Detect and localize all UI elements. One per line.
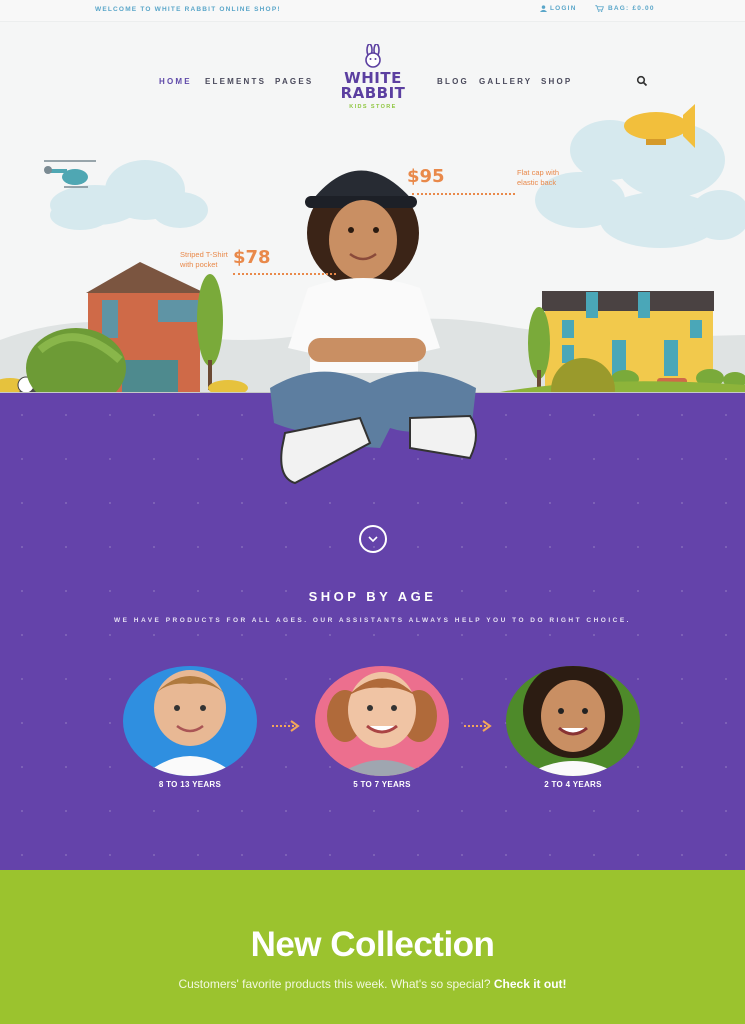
arrow-right-icon (272, 720, 300, 732)
top-bar: WELCOME TO WHITE RABBIT ONLINE SHOP! LOG… (0, 0, 745, 22)
nav-shop[interactable]: SHOP (541, 77, 572, 86)
shop-by-age-title: SHOP BY AGE (308, 589, 437, 604)
cap-note-line2: elastic back (517, 178, 557, 187)
logo-line-2: RABBIT (340, 84, 406, 102)
tshirt-price[interactable]: $78 (233, 247, 271, 268)
kid-photo-girl (327, 672, 437, 776)
new-collection-subtitle: Customers' favorite products this week. … (0, 977, 745, 991)
shop-by-age-subtitle: WE HAVE PRODUCTS FOR ALL AGES. OUR ASSIS… (114, 617, 631, 624)
cap-price[interactable]: $95 (407, 166, 445, 187)
cloud-right (535, 120, 745, 248)
cart-icon (595, 5, 604, 12)
bag-link[interactable]: BAG: £0.00 (595, 5, 655, 12)
age-label-8-13[interactable]: 8 TO 13 YEARS (123, 780, 257, 789)
kid-photo-toddler (523, 666, 623, 776)
age-group-8-13[interactable] (123, 666, 257, 776)
rabbit-icon (365, 44, 381, 68)
welcome-message: WELCOME TO WHITE RABBIT ONLINE SHOP! (95, 6, 281, 13)
nav-elements[interactable]: ELEMENTS (205, 77, 266, 86)
new-collection-title: New Collection (250, 925, 495, 964)
arrow-right-icon (464, 720, 492, 732)
tshirt-note-line2: with pocket (180, 260, 218, 269)
chevron-down-icon (368, 536, 378, 543)
age-group-2-4[interactable] (506, 666, 640, 776)
scroll-down-button[interactable] (359, 525, 387, 553)
nav-gallery[interactable]: GALLERY (479, 77, 532, 86)
age-group-5-7[interactable] (315, 666, 449, 776)
cap-note-line1: Flat cap with (517, 168, 560, 177)
cap-price-line (412, 193, 515, 195)
nav-pages[interactable]: PAGES (275, 77, 313, 86)
check-it-out-link[interactable]: Check it out! (494, 977, 567, 991)
user-icon (540, 5, 547, 12)
nav-home[interactable]: HOME (159, 77, 192, 86)
nav-blog[interactable]: BLOG (437, 77, 469, 86)
tshirt-price-line (233, 273, 336, 275)
new-collection-subtitle-text: Customers' favorite products this week. … (178, 977, 491, 991)
helicopter-icon (44, 160, 96, 188)
hero-kid-image (270, 170, 477, 485)
age-label-5-7[interactable]: 5 TO 7 YEARS (315, 780, 449, 789)
login-label: LOGIN (550, 5, 577, 12)
kid-photo-boy (143, 670, 237, 776)
age-label-2-4[interactable]: 2 TO 4 YEARS (506, 780, 640, 789)
bag-label: BAG: £0.00 (608, 5, 655, 12)
tshirt-note-line1: Striped T-Shirt (180, 250, 228, 259)
search-icon[interactable] (636, 75, 648, 87)
login-link[interactable]: LOGIN (540, 5, 577, 12)
